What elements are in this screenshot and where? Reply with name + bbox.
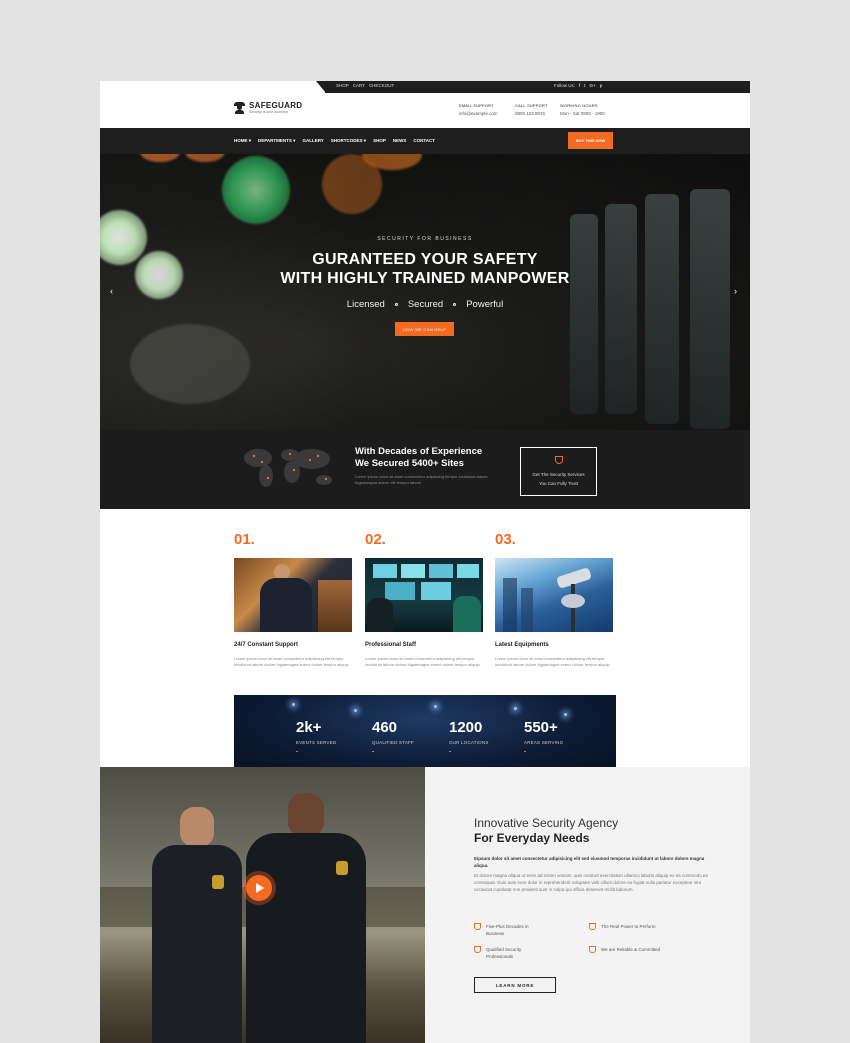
stat-label: OUR LOCATIONS	[449, 740, 489, 745]
feature-number: 01.	[234, 531, 255, 548]
feature-title: 24/7 Constant Support	[234, 642, 299, 648]
twitter-icon[interactable]: t	[584, 83, 585, 88]
stat-label: AREAS SERVING	[524, 740, 564, 745]
box-line2: You Can Fully Trust	[538, 481, 579, 486]
how-we-can-help-button[interactable]: HOW WE CAN HELP	[395, 322, 454, 336]
call-value[interactable]: 0800 123 9876	[515, 111, 548, 116]
stat-label: QUALIFIED STAFF	[372, 740, 414, 745]
stat-value: 2k+	[296, 719, 322, 736]
email-label: EMAIL SUPPORT	[459, 103, 494, 108]
feature-title: Professional Staff	[365, 642, 417, 648]
call-label: CALL SUPPORT	[515, 103, 548, 108]
experience-banner: With Decades of Experience We Secured 54…	[100, 430, 750, 509]
security-guards-photo	[100, 767, 425, 1043]
cctv-camera-image[interactable]	[495, 558, 613, 632]
hero-title-line1: GURANTEED YOUR SAFETY	[312, 251, 538, 268]
stat-item: 550+ AREAS SERVING	[524, 719, 563, 752]
dot-icon	[453, 303, 457, 306]
googleplus-icon[interactable]: G+	[590, 83, 596, 88]
stats-banner: 2k+ EVENTS SERVED 460 QUALIFIED STAFF 12…	[234, 695, 616, 776]
shop-link[interactable]: SHOP	[336, 83, 349, 88]
stat-item: 1200 OUR LOCATIONS	[449, 719, 489, 752]
page: SHOP CART CHECKOUT Follow Us: f t G+ p S…	[100, 81, 750, 1043]
hero-title-line2: WITH HIGHLY TRAINED MANPOWER	[280, 270, 570, 287]
hero-tag: Powerful	[466, 299, 504, 310]
feature-desc: Lorem ipsum dolor sit amet consectetur a…	[365, 656, 480, 667]
about-section: Innovative Security Agency For Everyday …	[425, 767, 750, 1043]
hours-value: Mon - Sat 0900 - 1900	[560, 111, 605, 116]
badge-icon	[474, 923, 481, 930]
learn-more-button[interactable]: LEARN MORE	[474, 977, 556, 993]
call-support: CALL SUPPORT 0800 123 9876	[515, 103, 548, 116]
hero-tag: Licensed	[346, 299, 385, 310]
nav-shortcodes[interactable]: SHORTCODES ▾	[331, 138, 366, 144]
security-services-box[interactable]: Get The Security Services You Can Fully …	[520, 447, 597, 496]
hours-label: WORKING HOURS	[560, 103, 598, 108]
about-lead: Eipsum dolor sit amet consectetur adipis…	[474, 856, 705, 868]
play-icon	[256, 883, 264, 893]
logo-name[interactable]: SAFEGUARD	[249, 101, 302, 110]
hero-tag: Secured	[407, 299, 444, 310]
stat-value: 460	[372, 719, 398, 736]
stat-item: 2k+ EVENTS SERVED	[296, 719, 336, 752]
about-title-line1: Innovative Security Agency	[474, 816, 619, 830]
guard-logo-icon[interactable]	[234, 102, 245, 114]
site-header: SAFEGUARD Security at your doorstep EMAI…	[100, 93, 750, 128]
buy-now-button[interactable]: BUY THIS NOW	[568, 132, 613, 149]
stat-label: EVENTS SERVED	[296, 740, 337, 745]
nav-home[interactable]: HOME ▾	[234, 138, 251, 144]
feature-number: 03.	[495, 531, 516, 548]
stat-item: 460 QUALIFIED STAFF	[372, 719, 414, 752]
world-map-icon	[244, 449, 332, 487]
feature-number: 02.	[365, 531, 386, 548]
nav-contact[interactable]: CONTACT	[413, 138, 435, 144]
cart-link[interactable]: CART	[353, 83, 365, 88]
follow-label: Follow Us:	[554, 83, 576, 88]
experience-title-line1: With Decades of Experience	[355, 446, 483, 457]
monitoring-room-image[interactable]	[365, 558, 483, 632]
shield-icon	[555, 456, 563, 464]
facebook-icon[interactable]: f	[579, 83, 580, 88]
top-bar: SHOP CART CHECKOUT Follow Us: f t G+ p	[100, 81, 750, 93]
pinterest-icon[interactable]: p	[600, 83, 603, 88]
hero-kicker: SECURITY FOR BUSINESS	[377, 236, 473, 242]
logo-tagline: Security at your doorstep	[249, 110, 288, 114]
hero-tags: Licensed Secured Powerful	[100, 299, 750, 310]
box-line1: Get The Security Services	[532, 472, 585, 477]
dot-icon	[394, 303, 398, 306]
badge-icon	[589, 946, 596, 953]
play-video-button[interactable]	[246, 875, 272, 901]
stat-value: 1200	[449, 719, 483, 736]
main-nav: HOME ▾ DEPARTMENTS ▾ GALLERY SHORTCODES …	[100, 128, 750, 154]
feature-desc: Lorem ipsum dolor sit amet consectetur a…	[495, 656, 610, 667]
hero-slider: ‹ › SECURITY FOR BUSINESS GURANTEED YOUR…	[100, 154, 750, 430]
about-title-line2: For Everyday Needs	[474, 831, 590, 845]
feature-desc: Lorem ipsum dolor sit amet consectetur a…	[234, 656, 349, 667]
badge-icon	[589, 923, 596, 930]
working-hours: WORKING HOURS Mon - Sat 0900 - 1900	[560, 103, 605, 116]
email-support: EMAIL SUPPORT info@example.com	[459, 103, 498, 116]
top-links: SHOP CART CHECKOUT	[336, 83, 394, 88]
stat-value: 550+	[524, 719, 558, 736]
experience-text: Lorem ipsum dolor sit amet consectetur a…	[355, 474, 488, 485]
badge-icon	[474, 946, 481, 953]
guard-radio-image[interactable]	[234, 558, 352, 632]
checkout-link[interactable]: CHECKOUT	[369, 83, 394, 88]
feature-title: Latest Equipments	[495, 642, 549, 648]
about-body: Et dolore magna aliqua ut enim ad minim …	[474, 873, 708, 892]
follow-us: Follow Us: f t G+ p	[554, 83, 602, 88]
email-value[interactable]: info@example.com	[459, 111, 498, 116]
experience-title-line2: We Secured 5400+ Sites	[355, 458, 464, 469]
nav-news[interactable]: NEWS	[393, 138, 407, 144]
nav-gallery[interactable]: GALLERY	[302, 138, 323, 144]
nav-departments[interactable]: DEPARTMENTS ▾	[258, 138, 295, 144]
nav-shop[interactable]: SHOP	[373, 138, 386, 144]
